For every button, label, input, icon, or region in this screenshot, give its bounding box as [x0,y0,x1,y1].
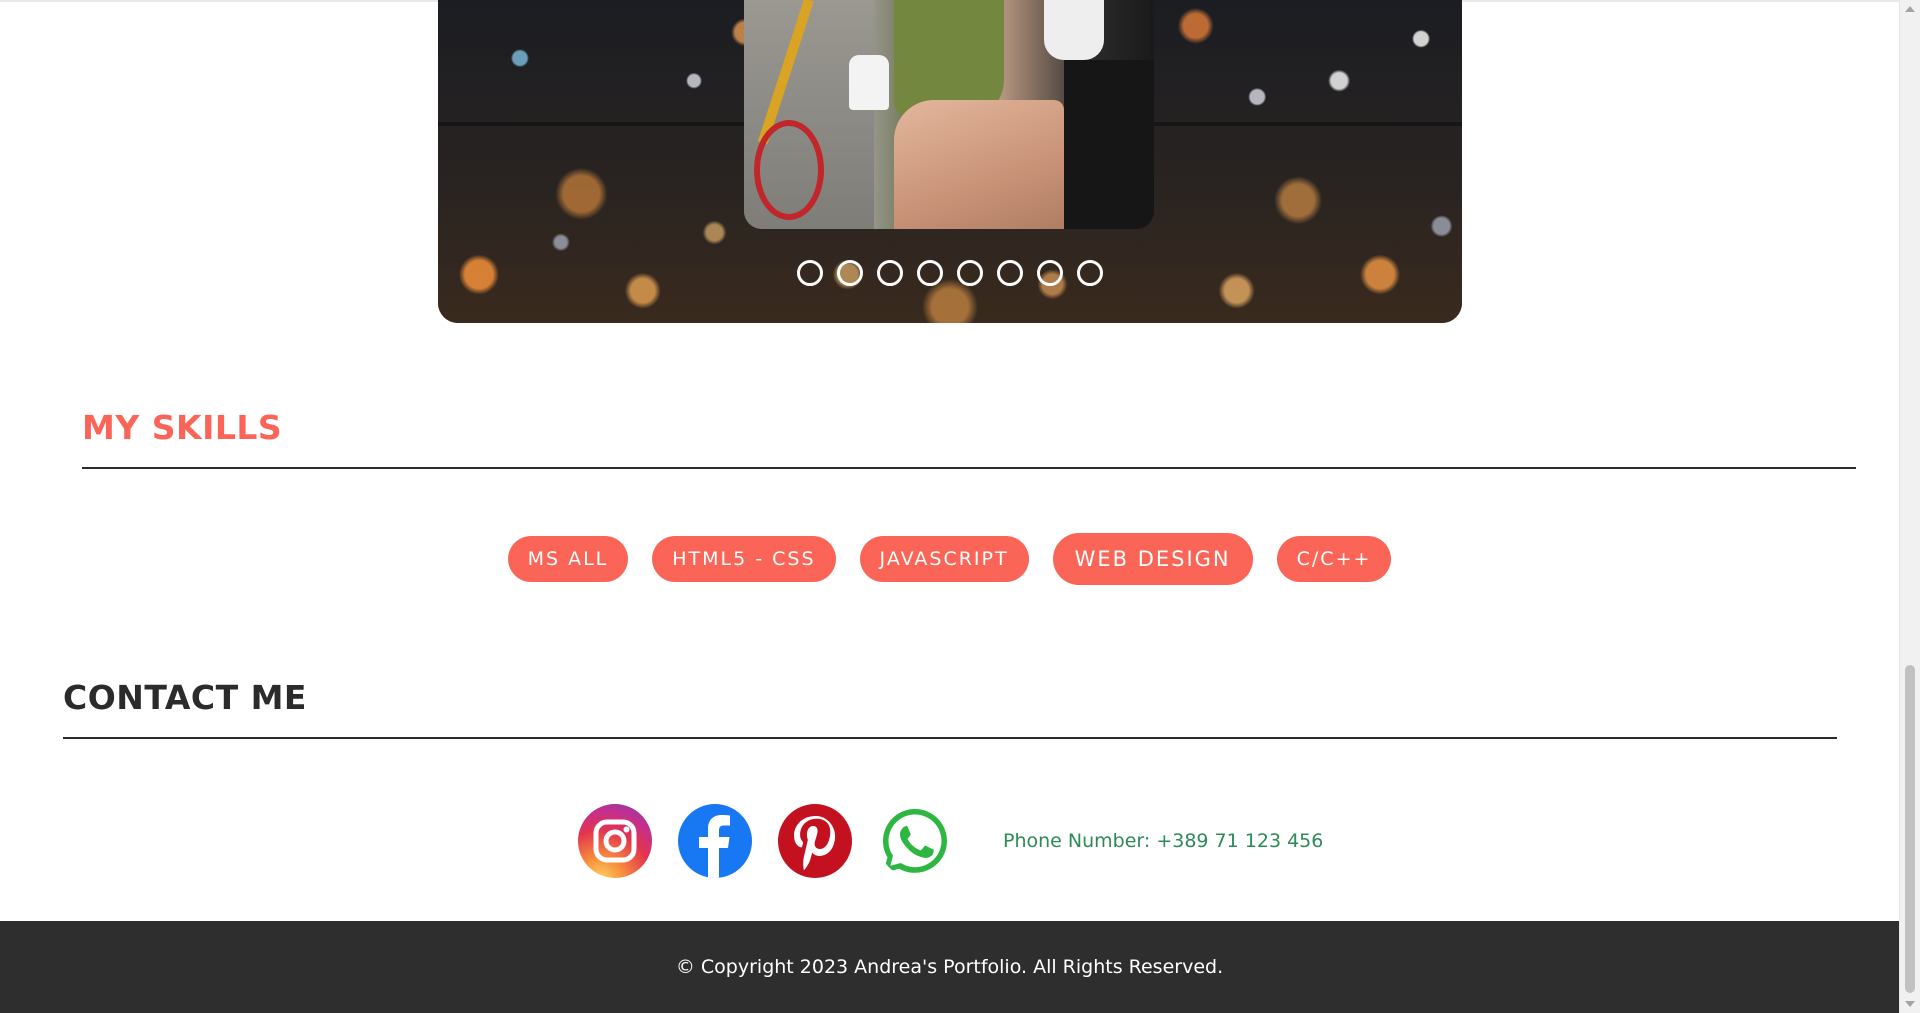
slide-photo-bicycle-wheel [754,120,824,220]
skill-ms-all-button[interactable]: MS ALL [507,536,629,582]
pinterest-icon[interactable] [778,804,852,878]
portfolio-page: MY SKILLS MS ALL HTML5 - CSS JAVASCRIPT … [0,0,1899,1013]
facebook-icon[interactable] [678,804,752,878]
skill-c-cpp-button[interactable]: C/C++ [1276,536,1392,582]
instagram-icon[interactable] [578,804,652,878]
skills-heading: MY SKILLS [82,408,283,447]
carousel-dot-8[interactable] [1077,260,1103,286]
slide-photo-bag [849,55,889,110]
skills-list: MS ALL HTML5 - CSS JAVASCRIPT WEB DESIGN… [0,533,1899,585]
image-carousel[interactable] [438,0,1462,323]
skill-html5-css-button[interactable]: HTML5 - CSS [652,536,836,582]
carousel-dot-4[interactable] [917,260,943,286]
whatsapp-icon[interactable] [878,804,952,878]
contact-heading: CONTACT ME [63,678,307,717]
carousel-dot-1[interactable] [797,260,823,286]
carousel-active-slide[interactable] [744,0,1154,229]
vertical-scrollbar[interactable] [1899,0,1920,1013]
carousel-dot-5[interactable] [957,260,983,286]
scroll-up-arrow-icon[interactable] [1905,6,1915,12]
phone-number: Phone Number: +389 71 123 456 [1003,830,1324,852]
contact-divider [63,737,1837,739]
slide-photo-people [894,100,1064,229]
scroll-thumb[interactable] [1905,665,1915,993]
slide-photo-shirt [1044,0,1104,60]
carousel-dots [438,260,1462,286]
skills-divider [82,467,1856,469]
carousel-dot-2[interactable] [837,260,863,286]
skill-javascript-button[interactable]: JAVASCRIPT [859,536,1029,582]
carousel-dot-7[interactable] [1037,260,1063,286]
skill-web-design-button[interactable]: WEB DESIGN [1052,533,1253,585]
slide-photo-shadow [1064,60,1154,229]
carousel-dot-3[interactable] [877,260,903,286]
scroll-down-arrow-icon[interactable] [1905,1001,1915,1007]
site-footer: © Copyright 2023 Andrea's Portfolio. All… [0,921,1899,1013]
copyright-text: © Copyright 2023 Andrea's Portfolio. All… [675,956,1224,978]
carousel-dot-6[interactable] [997,260,1023,286]
